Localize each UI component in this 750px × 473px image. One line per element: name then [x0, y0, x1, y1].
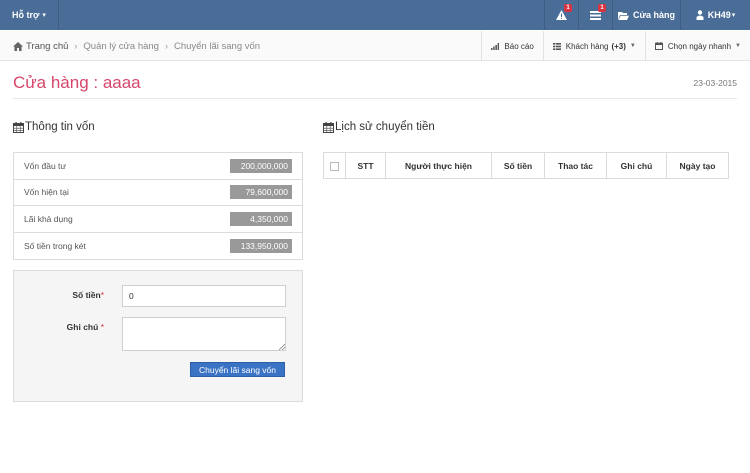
info-row-investment: Vốn đầu tư 200,000,000 [14, 153, 302, 180]
quick-date-dropdown[interactable]: Chọn ngày nhanh ▼ [644, 31, 750, 61]
col-header-created-date[interactable]: Ngày tạo [666, 152, 729, 179]
support-menu-label: Hỗ trợ [12, 10, 40, 20]
report-button[interactable]: Báo cáo [481, 31, 542, 61]
required-mark: * [100, 290, 104, 300]
breadcrumb-home[interactable]: Trang chủ [13, 41, 68, 52]
report-label: Báo cáo [504, 41, 534, 51]
user-menu-label: KH49 [707, 10, 731, 20]
info-value-badge: 133,950,000 [230, 238, 292, 253]
top-navbar: Hỗ trợ ▾ 1 1 Cửa hàng KH49 ▾ [0, 0, 750, 30]
breadcrumb-bar: Trang chủ › Quản lý cửa hàng › Chuyển lã… [0, 31, 750, 61]
note-label: Ghi chú * [66, 322, 104, 332]
support-menu[interactable]: Hỗ trợ ▾ [0, 0, 59, 30]
capital-info-list: Vốn đầu tư 200,000,000 Vốn hiện tại 79,6… [13, 152, 303, 260]
info-row-available-interest: Lãi khả dụng 4,350,000 [14, 206, 302, 233]
info-value-badge: 4,350,000 [230, 211, 292, 226]
amount-label: Số tiền* [72, 290, 104, 300]
alerts-badge: 1 [564, 4, 572, 12]
quick-date-label: Chọn ngày nhanh [667, 41, 732, 51]
info-label: Vốn hiện tại [24, 187, 69, 198]
col-header-stt[interactable]: STT [345, 152, 386, 179]
amount-input[interactable] [122, 285, 286, 307]
capital-section-label: Thông tin vốn [25, 121, 95, 133]
page-date: 23-03-2015 [693, 78, 737, 88]
tasks-button[interactable]: 1 [578, 0, 612, 30]
customer-dropdown[interactable]: Khách hàng (+3) ▼ [542, 31, 645, 61]
calendar-icon [13, 121, 24, 133]
breadcrumb-home-label: Trang chủ [26, 40, 69, 52]
user-menu[interactable]: KH49 ▾ [680, 0, 750, 30]
chevron-right-icon: › [74, 41, 78, 51]
info-value-badge: 79,600,000 [230, 185, 292, 200]
info-value-badge: 200,000,000 [230, 158, 292, 173]
caret-down-icon: ▾ [42, 12, 46, 19]
customer-count: (+3) [611, 41, 626, 51]
col-header-action[interactable]: Thao tác [544, 152, 607, 179]
chevron-right-icon: › [164, 41, 168, 51]
chevron-down-icon: ▼ [629, 43, 636, 49]
info-label: Vốn đầu tư [24, 160, 67, 171]
col-header-amount[interactable]: Số tiền [491, 152, 545, 179]
home-icon [13, 41, 23, 51]
calendar-icon [323, 121, 334, 133]
col-header-performer[interactable]: Người thực hiện [385, 152, 492, 179]
select-all-cell [323, 152, 346, 179]
toolbar: Báo cáo Khách hàng (+3) ▼ Chọn ngày nhan… [481, 31, 750, 61]
history-section-title: Lịch sử chuyển tiền [323, 121, 435, 133]
resize-grip-icon[interactable] [279, 344, 285, 350]
header-divider [13, 98, 737, 99]
list-icon [552, 42, 561, 50]
alerts-button[interactable]: 1 [544, 0, 578, 30]
store-menu-label: Cửa hàng [632, 10, 676, 20]
store-menu[interactable]: Cửa hàng [612, 0, 680, 30]
customer-label: Khách hàng [565, 41, 609, 51]
breadcrumb: Trang chủ › Quản lý cửa hàng › Chuyển lã… [13, 31, 260, 61]
select-all-checkbox[interactable] [330, 161, 339, 171]
info-label: Lãi khả dụng [24, 213, 73, 224]
transfer-form: Số tiền* Ghi chú * Chuyển lãi sang vốn [13, 270, 303, 402]
capital-section-title: Thông tin vốn [13, 121, 95, 133]
history-table: STT Người thực hiện Số tiền Thao tác Ghi… [323, 152, 729, 179]
table-header-row: STT Người thực hiện Số tiền Thao tác Ghi… [323, 152, 729, 179]
calendar-icon [654, 42, 663, 50]
breadcrumb-item-current: Chuyển lãi sang vốn [173, 40, 261, 52]
chevron-down-icon: ▼ [735, 43, 741, 49]
note-textarea[interactable] [122, 317, 286, 351]
col-header-note[interactable]: Ghi chú [606, 152, 667, 179]
breadcrumb-item-store-management[interactable]: Quản lý cửa hàng [83, 41, 159, 52]
info-row-cash-in-safe: Số tiền trong két 133,950,000 [14, 233, 302, 260]
folder-open-icon [617, 11, 629, 20]
page-title: Cửa hàng : aaaa [13, 73, 141, 92]
caret-down-icon: ▾ [731, 12, 736, 19]
bar-chart-icon [491, 42, 500, 50]
info-label: Số tiền trong két [24, 240, 86, 251]
required-mark: * [100, 322, 104, 332]
info-row-current-capital: Vốn hiện tại 79,600,000 [14, 180, 302, 206]
user-icon [696, 10, 704, 20]
history-section-label: Lịch sử chuyển tiền [335, 121, 435, 133]
tasks-badge: 1 [598, 4, 606, 12]
transfer-submit-button[interactable]: Chuyển lãi sang vốn [190, 362, 285, 377]
